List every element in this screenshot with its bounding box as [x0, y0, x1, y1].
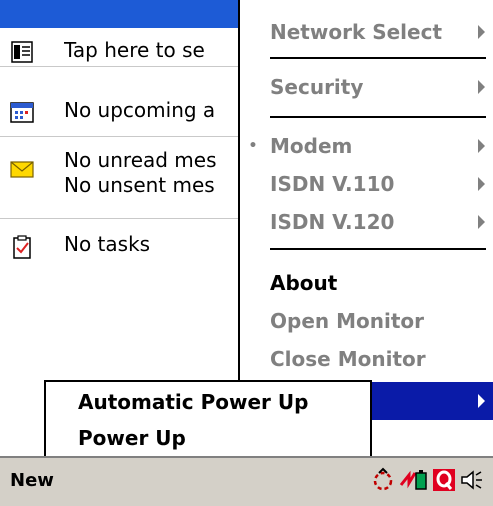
submenu-item-label: Power Up — [78, 426, 186, 450]
menu-item-close-monitor[interactable]: Close Monitor — [240, 340, 493, 378]
menu-item-label: Close Monitor — [270, 347, 426, 371]
menu-separator — [270, 116, 486, 118]
today-calendar-text: No upcoming a — [64, 98, 216, 122]
today-unread-text: No unread mes — [64, 148, 217, 172]
submenu-arrow-icon — [478, 394, 485, 408]
submenu-item-label: Automatic Power Up — [78, 390, 309, 414]
submenu-arrow-icon — [478, 25, 485, 39]
menu-item-label: Modem — [270, 134, 353, 158]
calendar-icon — [10, 101, 34, 123]
today-header-bar — [0, 0, 243, 28]
power-submenu: Automatic Power Up Power Up — [44, 380, 372, 456]
submenu-arrow-icon — [478, 177, 485, 191]
menu-item-label: ISDN V.120 — [270, 210, 395, 234]
menu-item-label: About — [270, 271, 338, 295]
radio-selected-icon: • — [248, 138, 258, 154]
menu-item-label: Open Monitor — [270, 309, 424, 333]
menu-item-label: Security — [270, 75, 364, 99]
envelope-icon — [10, 158, 34, 180]
today-calendar-row[interactable]: No upcoming a — [0, 98, 243, 123]
menu-item-about[interactable]: About — [240, 264, 493, 302]
bottom-taskbar: New — [0, 456, 493, 506]
menu-item-network-select[interactable]: Network Select — [240, 13, 493, 51]
today-divider — [0, 66, 243, 67]
system-tray — [371, 467, 485, 497]
battery-icon[interactable] — [399, 467, 429, 497]
submenu-item-automatic-power-up[interactable]: Automatic Power Up — [46, 384, 370, 420]
today-messages-row[interactable]: No unread mes No unsent mes — [0, 148, 243, 198]
connection-icon[interactable] — [371, 467, 397, 497]
app-q-icon[interactable] — [431, 467, 457, 497]
today-owner-row[interactable]: Tap here to se — [0, 38, 243, 63]
submenu-arrow-icon — [478, 215, 485, 229]
menu-item-open-monitor[interactable]: Open Monitor — [240, 302, 493, 340]
today-tasks-text: No tasks — [64, 232, 151, 256]
tasks-icon — [10, 235, 34, 259]
today-unsent-text: No unsent mes — [64, 173, 215, 197]
submenu-arrow-icon — [478, 80, 485, 94]
menu-item-modem[interactable]: • Modem — [240, 127, 493, 165]
menu-item-label: Network Select — [270, 20, 443, 44]
speaker-icon[interactable] — [459, 467, 485, 497]
today-divider — [0, 136, 243, 137]
menu-item-isdn-v110[interactable]: ISDN V.110 — [240, 165, 493, 203]
menu-item-security[interactable]: Security — [240, 68, 493, 106]
menu-item-isdn-v120[interactable]: ISDN V.120 — [240, 203, 493, 241]
menu-item-label: ISDN V.110 — [270, 172, 395, 196]
today-owner-text: Tap here to se — [64, 38, 205, 62]
new-button[interactable]: New — [10, 470, 54, 491]
today-divider — [0, 218, 243, 219]
menu-separator — [270, 57, 486, 59]
menu-separator — [270, 248, 486, 250]
submenu-arrow-icon — [478, 139, 485, 153]
today-tasks-row[interactable]: No tasks — [0, 232, 243, 259]
submenu-item-power-up[interactable]: Power Up — [46, 420, 370, 456]
owner-info-icon — [10, 41, 34, 63]
